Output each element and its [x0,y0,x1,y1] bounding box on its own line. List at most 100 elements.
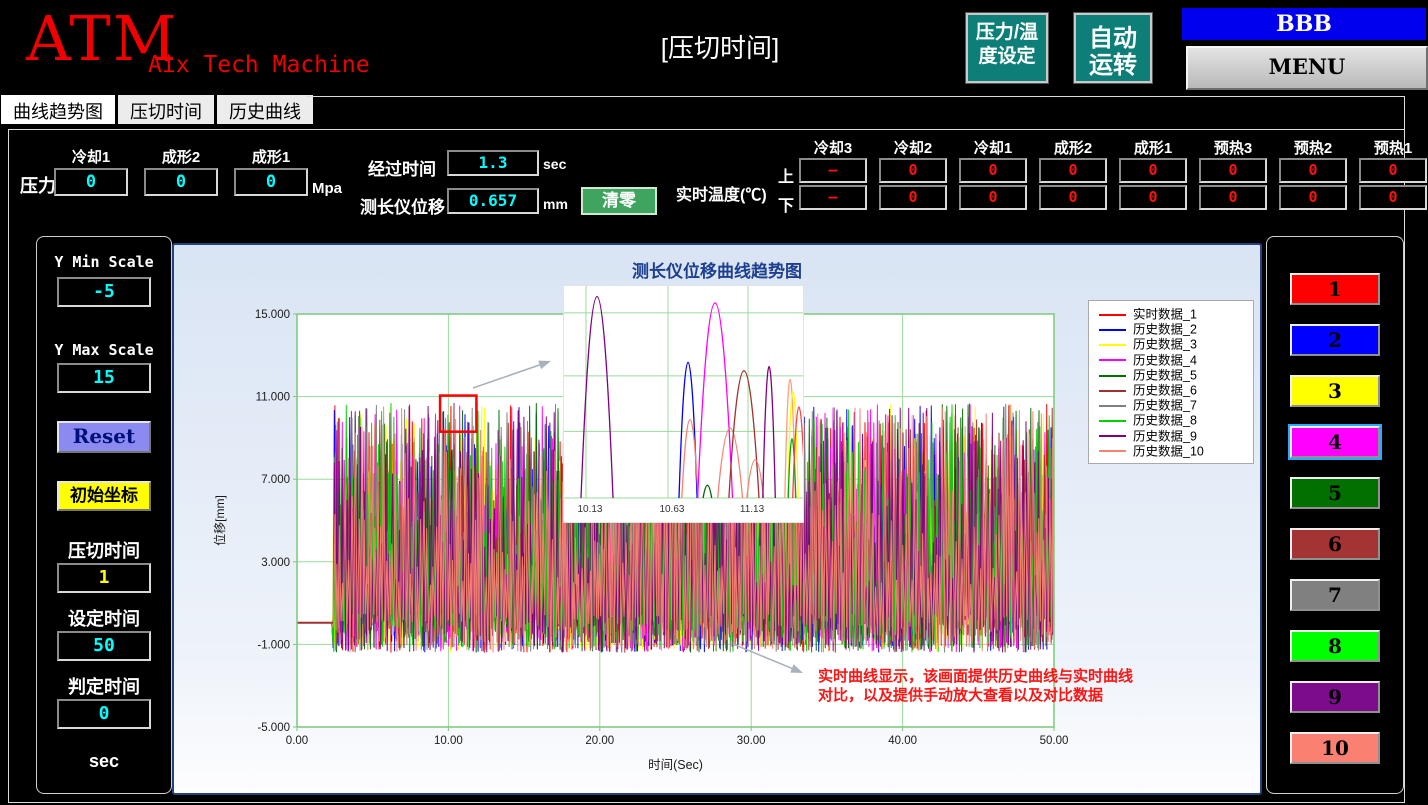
legend-swatch [1099,329,1126,331]
legend-item: 历史数据_10 [1099,444,1249,459]
time-setting-input[interactable]: 0 [57,699,151,729]
temp-column: 成形1 00 [1113,137,1193,210]
temp-column-name: 成形1 [1113,137,1193,156]
legend-item: 历史数据_9 [1099,429,1249,444]
length-gauge-displacement-value: 0.657 [447,188,539,214]
realtime-temperature-label: 实时温度(℃) [676,181,767,205]
curve-select-button-5[interactable]: 5 [1290,477,1380,509]
legend-item: 实时数据_1 [1099,307,1249,322]
temp-column-name: 成形2 [1033,137,1113,156]
svg-text:40.00: 40.00 [888,735,917,747]
tab-1[interactable]: 曲线趋势图 [1,95,115,124]
svg-text:0.00: 0.00 [286,735,308,747]
curve-select-button-4[interactable]: 4 [1290,426,1380,458]
legend-label: 历史数据_4 [1133,353,1197,367]
temp-lower-value: 0 [1279,185,1347,210]
initial-coordinates-button[interactable]: 初始坐标 [57,481,151,511]
temp-lower-value: 0 [879,185,947,210]
pressure-channel: 冷却10 [46,146,136,196]
pressure-unit-label: Mpa [312,180,342,197]
legend-item: 历史数据_2 [1099,322,1249,337]
tab-bar: 曲线趋势图压切时间历史曲线 [1,95,316,125]
curve-select-button-9[interactable]: 9 [1290,681,1380,713]
legend-label: 历史数据_8 [1133,414,1197,428]
temp-upper-value: 0 [1039,158,1107,183]
temp-upper-value: 0 [1119,158,1187,183]
svg-text:时间(Sec): 时间(Sec) [648,758,703,772]
legend-swatch [1099,390,1126,392]
pressure-channel-value: 0 [54,168,128,196]
length-gauge-displacement-label: 测长仪位移 [360,193,445,218]
auto-run-button[interactable]: 自动 运转 [1074,13,1152,83]
temp-column: 冷却200 [873,137,953,210]
chart-legend: 实时数据_1历史数据_2历史数据_3历史数据_4历史数据_5历史数据_6历史数据… [1088,300,1254,464]
temperature-table: 冷却3——冷却200冷却100成形200成形100预热300预热200预热100 [793,137,1428,210]
legend-swatch [1099,359,1126,361]
time-setting-field: 判定时间0 [37,673,171,729]
tab-2[interactable]: 压切时间 [118,95,214,124]
pressure-channel-name: 成形2 [136,146,226,166]
svg-text:位移[mm]: 位移[mm] [212,495,227,546]
time-settings-fields: 压切时间1设定时间50判定时间0 [37,537,171,741]
tab-3[interactable]: 历史曲线 [217,95,313,124]
svg-text:-1.000: -1.000 [257,639,290,651]
temp-column: 预热300 [1193,137,1273,210]
legend-swatch [1099,405,1126,407]
legend-swatch [1099,420,1126,422]
time-setting-field: 压切时间1 [37,537,171,593]
temp-upper-value: 0 [1199,158,1267,183]
frame-line-top-right [306,96,1405,97]
temp-column-name: 预热2 [1273,137,1353,156]
pressure-channel: 成形20 [136,146,226,196]
clear-to-zero-button[interactable]: 清零 [581,187,657,215]
time-setting-input[interactable]: 1 [57,563,151,593]
pressure-channel: 成形10 [226,146,316,196]
y-max-scale-input[interactable]: 15 [57,363,151,393]
curve-select-button-1[interactable]: 1 [1290,273,1380,305]
legend-item: 历史数据_4 [1099,353,1249,368]
legend-label: 历史数据_9 [1133,429,1197,443]
zoom-inset-chart: 10.1310.6311.13 [564,286,803,522]
legend-swatch [1099,375,1126,377]
chart-annotation-text: 实时曲线显示，该画面提供历史曲线与实时曲线 对比，以及提供手动放大查看以及对比数… [818,667,1248,705]
legend-item: 历史数据_8 [1099,413,1249,428]
legend-item: 历史数据_3 [1099,337,1249,352]
temp-row-lower-label: 下 [778,192,794,216]
curve-select-button-10[interactable]: 10 [1290,732,1380,764]
curve-select-button-3[interactable]: 3 [1290,375,1380,407]
temp-lower-value: 0 [1359,185,1427,210]
curve-select-button-8[interactable]: 8 [1290,630,1380,662]
time-setting-label: 判定时间 [37,673,171,697]
reset-button[interactable]: Reset [57,421,151,453]
legend-label: 历史数据_2 [1133,322,1197,336]
temp-column-name: 冷却1 [953,137,1033,156]
time-setting-input[interactable]: 50 [57,631,151,661]
curve-select-button-6[interactable]: 6 [1290,528,1380,560]
curve-select-button-2[interactable]: 2 [1290,324,1380,356]
temp-upper-value: — [799,158,867,183]
pressure-channel-name: 冷却1 [46,146,136,166]
legend-label: 历史数据_6 [1133,383,1197,397]
svg-text:-5.000: -5.000 [257,722,290,734]
temp-column-name: 预热3 [1193,137,1273,156]
zoom-inset-panel: 10.1310.6311.13 [563,285,804,523]
temp-upper-value: 0 [1359,158,1427,183]
pressure-channel-value: 0 [234,168,308,196]
legend-swatch [1099,435,1126,437]
temp-column: 冷却100 [953,137,1033,210]
elapsed-time-value: 1.3 [447,150,539,176]
temp-lower-value: 0 [1119,185,1187,210]
pressure-temp-settings-button[interactable]: 压力/温 度设定 [966,13,1048,83]
temp-lower-value: — [799,185,867,210]
left-control-panel: Y Min Scale -5 Y Max Scale 15 Reset 初始坐标… [36,236,172,794]
temp-lower-value: 0 [959,185,1027,210]
svg-text:7.000: 7.000 [261,474,290,486]
curve-select-button-7[interactable]: 7 [1290,579,1380,611]
legend-label: 实时数据_1 [1133,307,1197,321]
temp-column-name: 预热1 [1353,137,1428,156]
frame-line-top [8,129,1405,130]
curve-select-panel: 1 2 3 4 5 6 7 8 9 10 [1266,236,1404,794]
y-min-scale-input[interactable]: -5 [57,277,151,307]
menu-button[interactable]: MENU [1186,46,1428,90]
svg-text:15.000: 15.000 [255,309,290,321]
